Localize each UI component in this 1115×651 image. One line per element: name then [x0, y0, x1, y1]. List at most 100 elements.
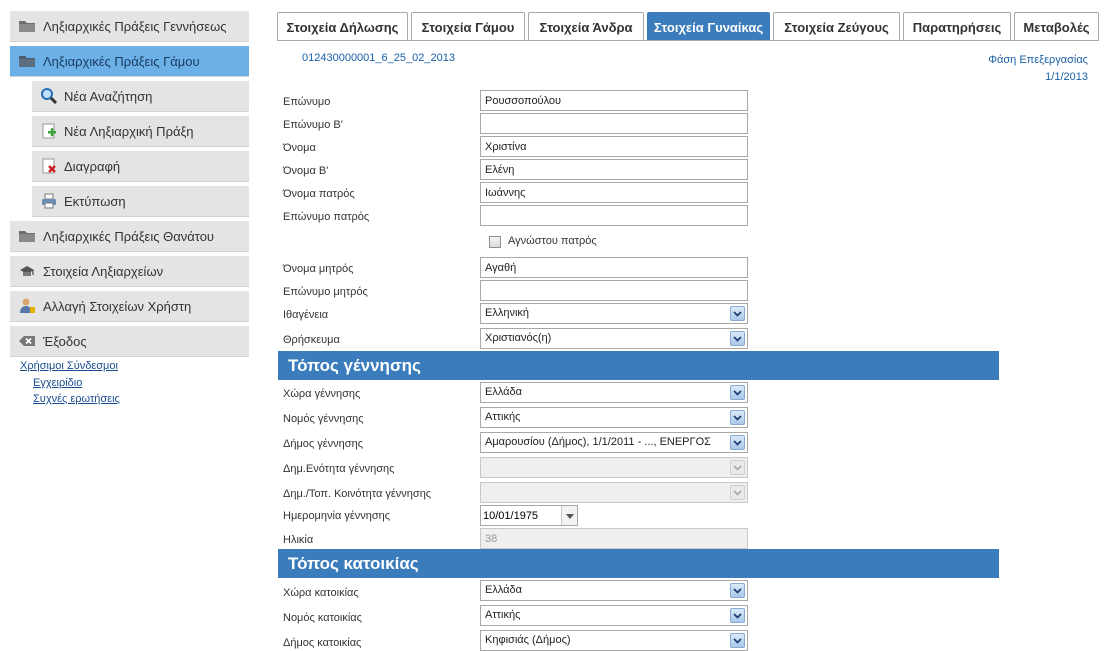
- residence-country-select[interactable]: Ελλάδα: [480, 580, 748, 601]
- birth-country-value: Ελλάδα: [485, 386, 523, 398]
- folder-icon: [18, 228, 36, 244]
- religion-label: Θρήσκευμα: [283, 334, 340, 346]
- manual-link[interactable]: Εγχειρίδιο: [33, 377, 82, 389]
- religion-select[interactable]: Χριστιανός(η): [480, 328, 748, 349]
- mother-surname-field[interactable]: [480, 280, 748, 301]
- date-picker-button[interactable]: [561, 506, 577, 525]
- name-b-field[interactable]: [480, 159, 748, 180]
- sidebar-item-label: Αλλαγή Στοιχείων Χρήστη: [43, 298, 192, 314]
- print-icon: [40, 192, 58, 210]
- sub-item-label: Διαγραφή: [64, 158, 121, 174]
- folder-icon: [18, 18, 36, 34]
- birth-country-label: Χώρα γέννησης: [283, 388, 361, 400]
- phase-date: 1/1/2013: [1045, 71, 1088, 83]
- birth-community-label: Δημ./Τοπ. Κοινότητα γέννησης: [283, 488, 432, 500]
- phase-info: Φάση Επεξεργασίας 1/1/2013: [988, 52, 1088, 86]
- chevron-down-icon: [730, 385, 745, 400]
- tab-divider: [277, 40, 1099, 41]
- tab-couple[interactable]: Στοιχεία Ζεύγους: [773, 12, 900, 41]
- chevron-down-icon: [730, 460, 745, 475]
- surname-b-field[interactable]: [480, 113, 748, 134]
- chevron-down-icon: [730, 583, 745, 598]
- user-icon: [18, 298, 36, 314]
- useful-links-title: Χρήσιμοι Σύνδεσμοι: [20, 360, 118, 372]
- sidebar-item-birth-records[interactable]: Ληξιαρχικές Πράξεις Γεννήσεως: [10, 11, 249, 42]
- birth-community-select[interactable]: [480, 482, 748, 503]
- birth-municipal-unit-select[interactable]: [480, 457, 748, 478]
- sidebar-item-marriage-records[interactable]: Ληξιαρχικές Πράξεις Γάμου: [10, 46, 249, 77]
- folder-icon: [18, 53, 36, 69]
- tab-remarks[interactable]: Παρατηρήσεις: [903, 12, 1011, 41]
- residence-country-label: Χώρα κατοικίας: [283, 587, 359, 599]
- add-document-icon: [40, 122, 58, 140]
- name-b-label: Όνομα Β': [283, 165, 329, 177]
- father-name-label: Όνομα πατρός: [283, 188, 355, 200]
- chevron-down-icon: [730, 633, 745, 648]
- residence-place-header: Τόπος κατοικίας: [278, 549, 999, 578]
- birth-date-label: Ημερομηνία γέννησης: [283, 510, 391, 522]
- faq-link[interactable]: Συχνές ερωτήσεις: [33, 393, 120, 405]
- new-search-button[interactable]: Νέα Αναζήτηση: [32, 81, 249, 112]
- sidebar-item-label: Στοιχεία Ληξιαρχείων: [43, 263, 164, 279]
- residence-prefecture-select[interactable]: Αττικής: [480, 605, 748, 626]
- tab-changes[interactable]: Μεταβολές: [1014, 12, 1099, 41]
- residence-municipality-select[interactable]: Κηφισιάς (Δήμος): [480, 630, 748, 651]
- chevron-down-icon: [730, 306, 745, 321]
- nationality-label: Ιθαγένεια: [283, 309, 329, 321]
- birth-municipality-label: Δήμος γέννησης: [283, 438, 364, 450]
- sidebar: Ληξιαρχικές Πράξεις Γεννήσεως Ληξιαρχικέ…: [0, 0, 258, 642]
- residence-municipality-value: Κηφισιάς (Δήμος): [485, 634, 571, 646]
- birth-prefecture-select[interactable]: Αττικής: [480, 407, 748, 428]
- residence-prefecture-label: Νομός κατοικίας: [283, 612, 362, 624]
- nationality-select[interactable]: Ελληνική: [480, 303, 748, 324]
- father-surname-field[interactable]: [480, 205, 748, 226]
- sidebar-item-label: Έξοδος: [43, 333, 87, 349]
- search-icon: [40, 87, 58, 105]
- birth-place-header: Τόπος γέννησης: [278, 351, 999, 380]
- delete-button[interactable]: Διαγραφή: [32, 151, 249, 182]
- nationality-value: Ελληνική: [485, 307, 530, 319]
- chevron-down-icon: [730, 331, 745, 346]
- tab-marriage[interactable]: Στοιχεία Γάμου: [411, 12, 525, 41]
- chevron-down-icon: [730, 435, 745, 450]
- mother-surname-label: Επώνυμο μητρός: [283, 286, 368, 298]
- mother-name-field[interactable]: [480, 257, 748, 278]
- mother-name-label: Όνομα μητρός: [283, 263, 354, 275]
- surname-b-label: Επώνυμο Β': [283, 119, 343, 131]
- chevron-down-icon: [565, 510, 574, 522]
- birth-prefecture-label: Νομός γέννησης: [283, 413, 364, 425]
- sub-item-label: Νέα Ληξιαρχική Πράξη: [64, 123, 194, 139]
- unknown-father-checkbox[interactable]: [489, 236, 501, 248]
- registry-icon: [18, 263, 36, 279]
- tab-wife[interactable]: Στοιχεία Γυναίκας: [647, 12, 770, 41]
- name-field[interactable]: [480, 136, 748, 157]
- father-surname-label: Επώνυμο πατρός: [283, 211, 370, 223]
- new-record-button[interactable]: Νέα Ληξιαρχική Πράξη: [32, 116, 249, 147]
- birth-country-select[interactable]: Ελλάδα: [480, 382, 748, 403]
- phase-label: Φάση Επεξεργασίας: [988, 54, 1088, 66]
- sidebar-item-death-records[interactable]: Ληξιαρχικές Πράξεις Θανάτου: [10, 221, 249, 252]
- chevron-down-icon: [730, 608, 745, 623]
- tab-declaration[interactable]: Στοιχεία Δήλωσης: [277, 12, 408, 41]
- residence-prefecture-value: Αττικής: [485, 609, 521, 621]
- print-button[interactable]: Εκτύπωση: [32, 186, 249, 217]
- sidebar-item-label: Ληξιαρχικές Πράξεις Γεννήσεως: [43, 18, 227, 34]
- name-label: Όνομα: [283, 142, 316, 154]
- birth-prefecture-value: Αττικής: [485, 411, 521, 423]
- delete-icon: [40, 157, 58, 175]
- sidebar-item-exit[interactable]: Έξοδος: [10, 326, 249, 357]
- sidebar-item-registry-data[interactable]: Στοιχεία Ληξιαρχείων: [10, 256, 249, 287]
- surname-field[interactable]: [480, 90, 748, 111]
- sub-item-label: Εκτύπωση: [64, 193, 126, 209]
- birth-municipality-value: Αμαρουσίου (Δήμος), 1/1/2011 - ..., ΕΝΕΡ…: [485, 436, 711, 448]
- chevron-down-icon: [730, 485, 745, 500]
- father-name-field[interactable]: [480, 182, 748, 203]
- chevron-down-icon: [730, 410, 745, 425]
- residence-country-value: Ελλάδα: [485, 584, 523, 596]
- sidebar-item-label: Ληξιαρχικές Πράξεις Γάμου: [43, 53, 200, 69]
- residence-municipality-label: Δήμος κατοικίας: [283, 637, 362, 649]
- birth-municipality-select[interactable]: Αμαρουσίου (Δήμος), 1/1/2011 - ..., ΕΝΕΡ…: [480, 432, 748, 453]
- sidebar-item-change-user-data[interactable]: Αλλαγή Στοιχείων Χρήστη: [10, 291, 249, 322]
- surname-label: Επώνυμο: [283, 96, 331, 108]
- tab-husband[interactable]: Στοιχεία Άνδρα: [528, 12, 644, 41]
